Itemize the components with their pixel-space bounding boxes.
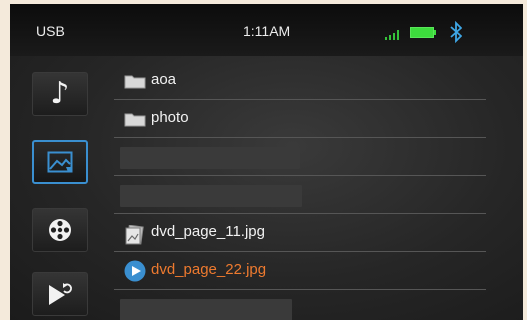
file-name: dvd_page_22.jpg	[151, 261, 267, 278]
list-item[interactable]	[114, 290, 486, 320]
image-file-icon	[125, 225, 144, 245]
music-note-icon: ♪	[50, 76, 70, 111]
file-name: aoa	[151, 71, 177, 88]
source-label: USB	[36, 23, 65, 39]
redacted-entry	[120, 147, 300, 169]
list-item[interactable]: aoa	[114, 62, 486, 100]
folder-icon	[124, 113, 146, 127]
file-name: photo	[151, 109, 189, 126]
music-button[interactable]: ♪	[32, 72, 88, 116]
film-reel-icon	[49, 219, 71, 241]
redacted-entry	[120, 299, 292, 320]
bluetooth-icon	[450, 21, 462, 43]
clock: 1:11AM	[243, 23, 291, 39]
picture-icon	[47, 151, 73, 173]
list-item[interactable]: dvd_page_11.jpg	[114, 214, 486, 252]
sidebar: ♪	[10, 56, 110, 320]
video-button[interactable]	[32, 208, 88, 252]
head-unit-screen: USB 1:11AM ♪ aoa photo dvd_page_11.jpg d…	[10, 4, 523, 320]
battery-icon	[410, 27, 436, 38]
play-icon	[124, 260, 146, 282]
photo-button[interactable]	[32, 140, 88, 184]
list-item-selected[interactable]: dvd_page_22.jpg	[114, 252, 486, 290]
signal-icon	[385, 30, 401, 40]
list-item[interactable]	[114, 138, 486, 176]
return-button[interactable]	[32, 272, 88, 316]
list-item[interactable]: photo	[114, 100, 486, 138]
file-name: dvd_page_11.jpg	[151, 223, 265, 240]
status-bar: USB 1:11AM	[10, 4, 523, 56]
file-list: aoa photo dvd_page_11.jpg dvd_page_22.jp…	[114, 62, 486, 320]
list-item[interactable]	[114, 176, 486, 214]
redacted-entry	[120, 185, 302, 207]
return-icon	[49, 283, 72, 305]
folder-icon	[124, 75, 146, 89]
